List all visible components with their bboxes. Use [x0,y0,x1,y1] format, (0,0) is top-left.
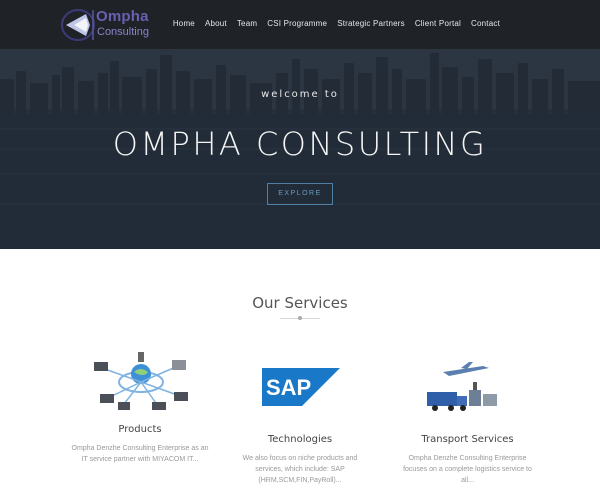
nav-about[interactable]: About [200,19,232,28]
nav-csi-programme[interactable]: CSI Programme [262,19,332,28]
main-navigation: Home About Team CSI Programme Strategic … [168,19,505,28]
services-heading: Our Services [252,294,348,312]
service-description: We also focus on niche products and serv… [242,455,358,484]
nav-contact[interactable]: Contact [466,19,505,28]
nav-strategic-partners[interactable]: Strategic Partners [332,19,410,28]
site-header: Ompha Consulting Home About Team CSI Pro… [0,0,600,49]
explore-button[interactable]: EXPLORE [267,183,333,205]
service-title[interactable]: Technologies [230,434,370,445]
divider-dot [298,316,302,320]
service-card-technologies[interactable]: Technologies We also focus on niche prod… [230,434,370,486]
service-card-products[interactable]: Products Ompha Denzhe Consulting Enterpr… [63,424,217,465]
service-description: Ompha Denzhe Consulting Enterprise as an… [71,445,209,463]
service-card-transport[interactable]: Transport Services Ompha Denzhe Consulti… [390,434,545,486]
nav-team[interactable]: Team [232,19,262,28]
brand-name-line1: Ompha [96,8,149,25]
sap-logo-icon: SAP [262,368,340,406]
logistics-transport-image [427,362,497,411]
nav-client-portal[interactable]: Client Portal [410,19,466,28]
network-globe-image [94,352,188,410]
service-title[interactable]: Products [63,424,217,435]
brand-name-line2: Consulting [97,26,149,38]
hero-welcome-text: welcome to [261,89,339,100]
hero-title: OMPHA CONSULTING [112,125,488,163]
svg-text:SAP: SAP [266,375,311,400]
service-title[interactable]: Transport Services [390,434,545,445]
hero-banner: welcome to OMPHA CONSULTING EXPLORE [0,49,600,249]
service-description: Ompha Denzhe Consulting Enterprise focus… [403,455,532,484]
nav-home[interactable]: Home [168,19,200,28]
